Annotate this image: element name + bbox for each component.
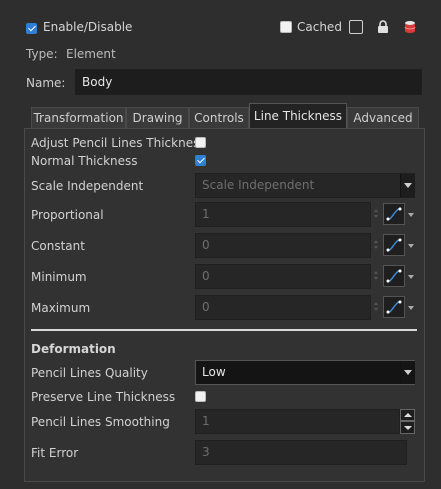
adjust-thickness-label: Adjust Pencil Lines Thickness	[31, 136, 206, 150]
maximum-label: Maximum	[31, 301, 91, 315]
function-menu-caret-icon[interactable]	[408, 213, 414, 217]
database-icon[interactable]	[404, 20, 416, 34]
preserve-thickness-label: Preserve Line Thickness	[31, 390, 176, 404]
spin-arrows-icon[interactable]	[373, 209, 379, 219]
tab-controls[interactable]: Controls	[189, 107, 249, 128]
function-curve-icon[interactable]	[383, 203, 405, 225]
preserve-thickness-checkbox[interactable]	[195, 391, 206, 402]
tab-line-thickness[interactable]: Line Thickness	[249, 103, 347, 128]
cached-swatch-icon[interactable]	[349, 20, 363, 34]
minimum-label: Minimum	[31, 270, 87, 284]
cached-checkbox[interactable]	[280, 21, 292, 33]
pencil-quality-dropdown[interactable]: Low	[195, 360, 415, 385]
adjust-thickness-checkbox[interactable]	[195, 137, 206, 148]
section-divider	[31, 329, 417, 331]
constant-label: Constant	[31, 239, 85, 253]
spin-arrows-icon[interactable]	[373, 271, 379, 281]
enable-checkbox[interactable]	[26, 23, 37, 34]
tab-transformation[interactable]: Transformation	[31, 107, 126, 128]
pencil-smoothing-label: Pencil Lines Smoothing	[31, 415, 170, 429]
lock-icon[interactable]	[377, 20, 389, 34]
function-curve-icon[interactable]	[383, 234, 405, 256]
fit-error-field[interactable]: 3	[195, 440, 407, 465]
type-value: Element	[66, 47, 116, 61]
pencil-quality-label: Pencil Lines Quality	[31, 366, 148, 380]
fit-error-label: Fit Error	[31, 446, 79, 460]
function-curve-icon[interactable]	[383, 265, 405, 287]
spin-up-icon[interactable]	[400, 409, 415, 421]
function-menu-caret-icon[interactable]	[408, 275, 414, 279]
maximum-field[interactable]: 0	[195, 295, 371, 320]
tab-advanced[interactable]: Advanced	[347, 107, 419, 128]
type-label: Type:	[26, 47, 58, 61]
name-label: Name:	[26, 76, 66, 90]
pencil-smoothing-field[interactable]: 1	[195, 409, 400, 434]
scale-dropdown[interactable]: Scale Independent	[195, 173, 415, 198]
function-menu-caret-icon[interactable]	[408, 244, 414, 248]
normal-thickness-checkbox[interactable]	[195, 155, 206, 166]
cached-label: Cached	[297, 20, 342, 34]
normal-thickness-label: Normal Thickness	[31, 154, 138, 168]
name-input[interactable]: Body	[75, 69, 422, 95]
deformation-heading: Deformation	[31, 342, 116, 356]
function-curve-icon[interactable]	[383, 296, 405, 318]
enable-label: Enable/Disable	[43, 20, 133, 34]
scale-label: Scale Independent	[31, 179, 144, 193]
spin-arrows-icon[interactable]	[373, 302, 379, 312]
dropdown-arrow-icon[interactable]	[400, 174, 415, 197]
constant-field[interactable]: 0	[195, 233, 371, 258]
tab-drawing[interactable]: Drawing	[126, 107, 189, 128]
spin-arrows-icon[interactable]	[373, 240, 379, 250]
function-menu-caret-icon[interactable]	[408, 306, 414, 310]
proportional-label: Proportional	[31, 208, 104, 222]
minimum-field[interactable]: 0	[195, 264, 371, 289]
proportional-field[interactable]: 1	[195, 202, 371, 227]
dropdown-arrow-icon[interactable]	[400, 361, 415, 384]
spin-down-icon[interactable]	[400, 421, 415, 434]
